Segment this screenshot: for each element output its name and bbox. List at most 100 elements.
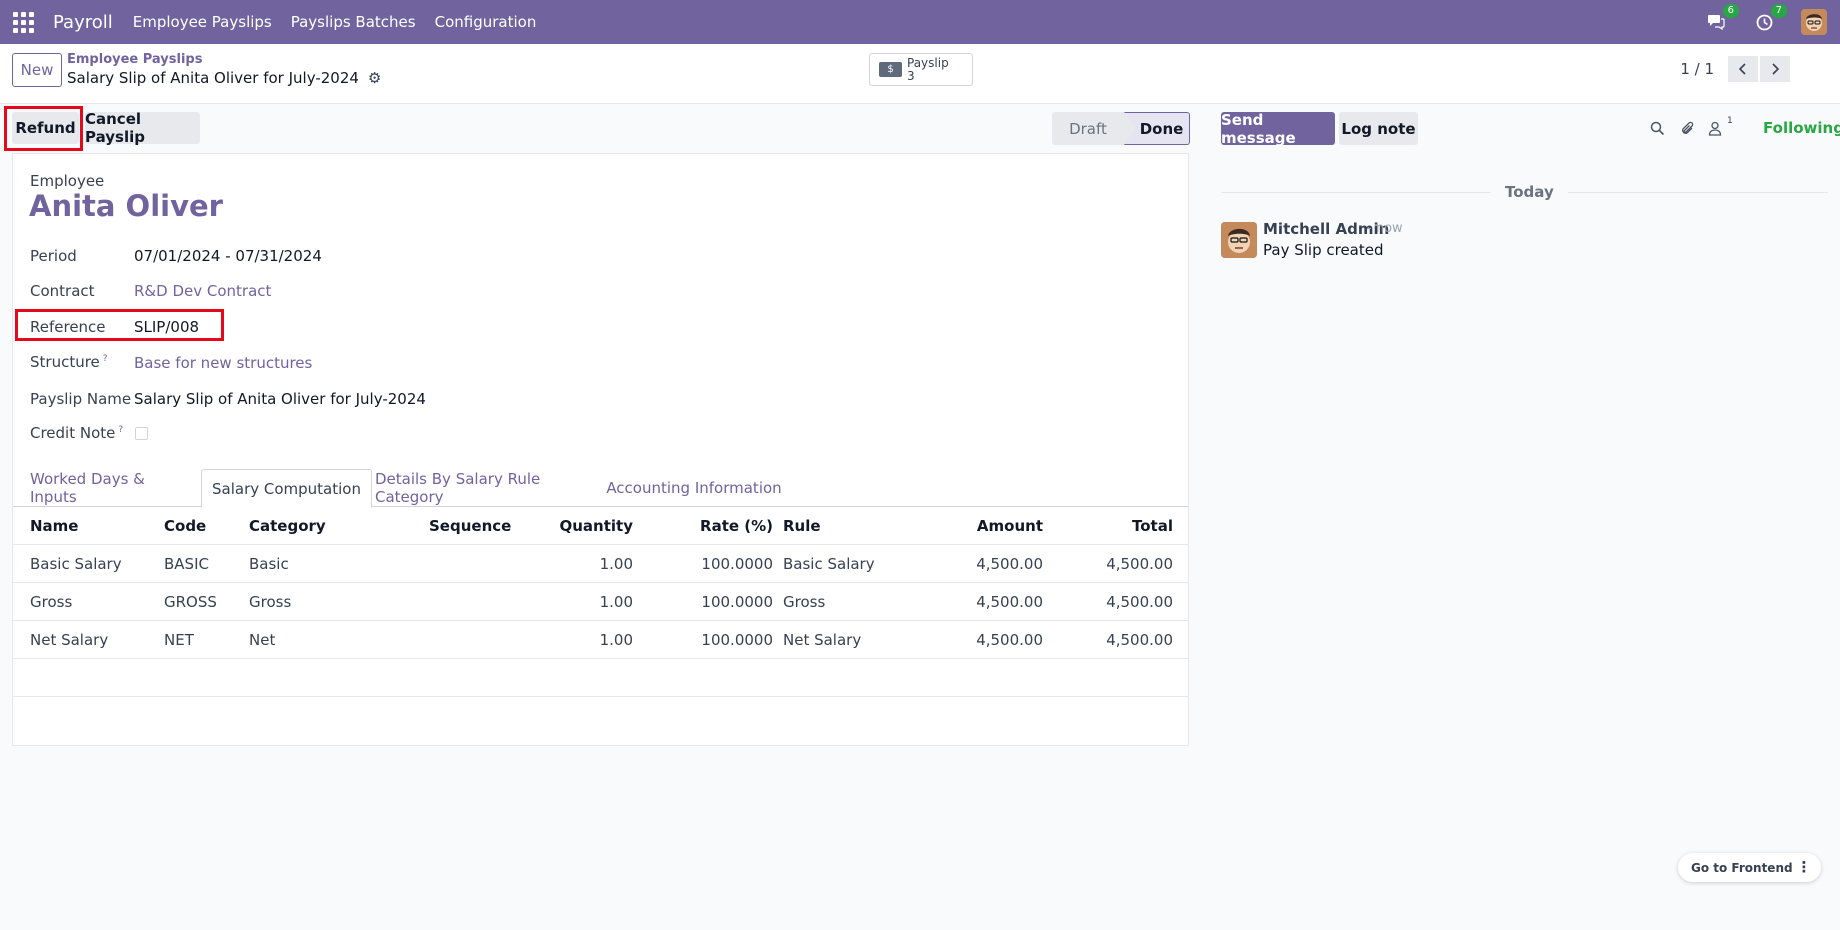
new-button[interactable]: New	[12, 53, 62, 87]
credit-note-label: Credit Note?	[30, 424, 124, 442]
header-quantity[interactable]: Quantity	[513, 507, 634, 545]
pager: 1 / 1	[1680, 56, 1790, 82]
nav-payslips-batches[interactable]: Payslips Batches	[291, 13, 416, 31]
table-header-row: Name Code Category Sequence Quantity Rat…	[13, 507, 1188, 545]
cell-rate: 100.0000	[701, 555, 773, 573]
structure-value[interactable]: Base for new structures	[134, 354, 312, 372]
followers-count: 1	[1727, 116, 1733, 126]
period-label: Period	[30, 247, 77, 265]
cell-code: GROSS	[164, 593, 217, 611]
pager-previous-icon[interactable]	[1728, 56, 1758, 82]
table-row[interactable]: Basic Salary BASIC Basic 1.00 100.0000 B…	[13, 545, 1188, 583]
tab-salary-computation[interactable]: Salary Computation	[201, 469, 372, 508]
following-button[interactable]: Following	[1763, 119, 1840, 137]
app-brand[interactable]: Payroll	[53, 12, 113, 33]
messages-icon[interactable]: 6	[1705, 4, 1739, 33]
header-rule[interactable]: Rule	[783, 507, 821, 545]
money-icon: $	[879, 62, 902, 77]
payslip-name-value[interactable]: Salary Slip of Anita Oliver for July-202…	[134, 390, 426, 408]
status-bar: Draft Done	[1052, 112, 1190, 145]
cell-code: BASIC	[164, 555, 209, 573]
cell-total: 4,500.00	[1106, 631, 1173, 649]
header-amount[interactable]: Amount	[923, 507, 1043, 545]
table-row[interactable]: Gross GROSS Gross 1.00 100.0000 Gross 4,…	[13, 583, 1188, 621]
structure-label: Structure?	[30, 353, 108, 371]
pager-next-icon[interactable]	[1760, 56, 1790, 82]
cell-rule: Basic Salary	[783, 555, 875, 573]
nav-employee-payslips[interactable]: Employee Payslips	[133, 13, 272, 31]
contract-value[interactable]: R&D Dev Contract	[134, 282, 271, 300]
payslip-name-label: Payslip Name	[30, 390, 132, 408]
search-icon[interactable]	[1647, 118, 1667, 138]
period-value[interactable]: 07/01/2024 - 07/31/2024	[134, 247, 322, 265]
breadcrumb-parent[interactable]: Employee Payslips	[67, 52, 202, 67]
breadcrumb-current-label: Salary Slip of Anita Oliver for July-202…	[67, 69, 359, 87]
cell-category: Basic	[249, 555, 289, 573]
notebook-tabs: Worked Days & Inputs Salary Computation …	[13, 469, 1188, 508]
go-to-frontend-widget: Go to Frontend ⋮	[1678, 853, 1821, 882]
cell-total: 4,500.00	[1106, 555, 1173, 573]
apps-menu-icon[interactable]	[12, 11, 34, 33]
employee-label: Employee	[30, 172, 105, 190]
cell-quantity: 1.00	[599, 631, 633, 649]
header-code[interactable]: Code	[164, 507, 206, 545]
cell-name: Gross	[30, 593, 73, 611]
gear-icon[interactable]: ⚙	[368, 69, 381, 87]
salary-computation-table: Name Code Category Sequence Quantity Rat…	[13, 507, 1188, 697]
table-row[interactable]: Net Salary NET Net 1.00 100.0000 Net Sal…	[13, 621, 1188, 659]
tab-worked-days[interactable]: Worked Days & Inputs	[30, 469, 180, 507]
header-rate[interactable]: Rate (%)	[653, 507, 773, 545]
contract-label: Contract	[30, 282, 95, 300]
nav-configuration[interactable]: Configuration	[435, 13, 537, 31]
message-author-avatar[interactable]	[1221, 222, 1257, 258]
followers-icon[interactable]	[1705, 118, 1725, 138]
table-empty-row	[13, 659, 1188, 697]
cell-quantity: 1.00	[599, 555, 633, 573]
structure-help-icon[interactable]: ?	[103, 354, 108, 364]
date-separator: Today	[1491, 183, 1568, 201]
pager-value[interactable]: 1 / 1	[1680, 60, 1714, 78]
messages-badge: 6	[1722, 4, 1739, 18]
status-draft[interactable]: Draft	[1052, 112, 1136, 145]
cell-amount: 4,500.00	[976, 555, 1043, 573]
reference-label: Reference	[30, 318, 106, 336]
smart-button-label: Payslip	[907, 55, 949, 70]
employee-name[interactable]: Anita Oliver	[29, 189, 223, 223]
send-message-button[interactable]: Send message	[1221, 111, 1335, 147]
user-avatar[interactable]	[1801, 9, 1827, 35]
cancel-payslip-button[interactable]: Cancel Payslip	[85, 110, 200, 146]
message-time: - now	[1367, 221, 1403, 236]
header-sequence[interactable]: Sequence	[429, 507, 511, 545]
tab-details-by-category[interactable]: Details By Salary Rule Category	[375, 469, 591, 507]
cell-name: Net Salary	[30, 631, 109, 649]
cell-rate: 100.0000	[701, 593, 773, 611]
form-sheet: Employee Anita Oliver Period 07/01/2024 …	[12, 153, 1189, 746]
cell-rule: Net Salary	[783, 631, 862, 649]
header-total[interactable]: Total	[1053, 507, 1173, 545]
cell-category: Gross	[249, 593, 292, 611]
credit-note-checkbox[interactable]	[135, 427, 148, 440]
kebab-menu-icon[interactable]: ⋮	[1793, 856, 1815, 878]
cell-quantity: 1.00	[599, 593, 633, 611]
control-panel: New Employee Payslips Salary Slip of Ani…	[0, 44, 1840, 104]
cell-name: Basic Salary	[30, 555, 122, 573]
reference-value[interactable]: SLIP/008	[134, 318, 199, 336]
go-to-frontend-button[interactable]: Go to Frontend	[1691, 861, 1793, 875]
paperclip-icon[interactable]	[1677, 118, 1697, 138]
cell-amount: 4,500.00	[976, 631, 1043, 649]
top-navbar: Payroll Employee Payslips Payslips Batch…	[0, 0, 1840, 44]
activities-badge: 7	[1770, 4, 1787, 18]
header-category[interactable]: Category	[249, 507, 326, 545]
cell-category: Net	[249, 631, 276, 649]
cell-total: 4,500.00	[1106, 593, 1173, 611]
tab-accounting-information[interactable]: Accounting Information	[605, 469, 783, 507]
activities-clock-icon[interactable]: 7	[1753, 4, 1787, 33]
log-note-button[interactable]: Log note	[1339, 112, 1418, 145]
breadcrumb-current: Salary Slip of Anita Oliver for July-202…	[67, 69, 381, 87]
cell-amount: 4,500.00	[976, 593, 1043, 611]
header-name[interactable]: Name	[30, 507, 78, 545]
message-body: Pay Slip created	[1263, 241, 1384, 259]
payslip-smart-button[interactable]: $ Payslip 3	[869, 53, 973, 86]
credit-note-help-icon[interactable]: ?	[118, 425, 123, 435]
cell-rate: 100.0000	[701, 631, 773, 649]
